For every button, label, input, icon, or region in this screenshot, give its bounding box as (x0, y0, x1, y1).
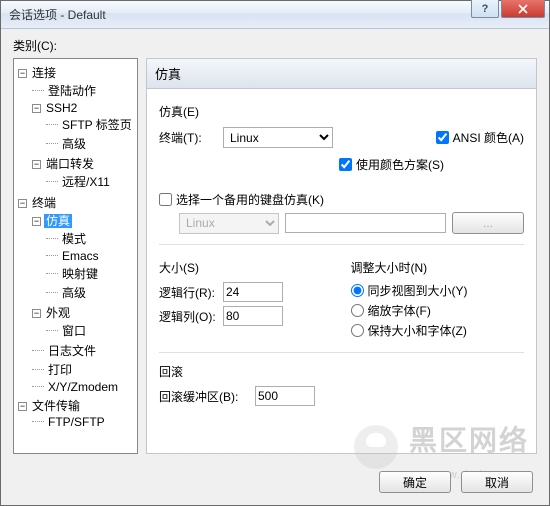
dialog-window: 会话选项 - Default ? 类别(C): −连接 登陆动作 −SSH2 (0, 0, 550, 506)
tree-ftpsftp[interactable]: FTP/SFTP (46, 415, 107, 429)
window-title: 会话选项 - Default (9, 6, 545, 23)
resize-keep-radio[interactable] (351, 324, 364, 337)
panel-header: 仿真 (147, 59, 536, 89)
resize-sync-radio[interactable] (351, 284, 364, 297)
rows-label: 逻辑行(R): (159, 284, 217, 301)
tree-portfwd[interactable]: 端口转发 (44, 157, 96, 171)
alt-keyboard-option[interactable]: 选择一个备用的键盘仿真(K) (159, 191, 524, 208)
alt-keyboard-label: 选择一个备用的键盘仿真(K) (176, 191, 324, 208)
emulation-group-label: 仿真(E) (159, 103, 524, 120)
tree-connection[interactable]: 连接 (30, 66, 58, 80)
ansi-color-label: ANSI 颜色(A) (453, 129, 524, 146)
terminal-label: 终端(T): (159, 129, 217, 146)
scrollback-group-label: 回滚 (159, 363, 524, 380)
tree-mapkey[interactable]: 映射键 (60, 267, 100, 281)
panel-body: 仿真(E) 终端(T): Linux ANSI 颜色(A) (147, 89, 536, 453)
tree-appearance[interactable]: 外观 (44, 306, 72, 320)
tree-terminal[interactable]: 终端 (30, 196, 58, 210)
keyboard-path-input (285, 213, 446, 233)
settings-panel: 仿真 仿真(E) 终端(T): Linux ANSI 颜色(A) (146, 58, 537, 454)
tree-xyz[interactable]: X/Y/Zmodem (46, 380, 120, 394)
tree-advanced[interactable]: 高级 (60, 286, 88, 300)
dialog-footer: 确定 取消 (379, 471, 533, 493)
expand-icon[interactable]: − (32, 160, 41, 169)
tree-ssh2[interactable]: SSH2 (44, 101, 79, 115)
tree-logfile[interactable]: 日志文件 (46, 344, 98, 358)
resize-sync-option[interactable]: 同步视图到大小(Y) (351, 282, 525, 299)
titlebar: 会话选项 - Default ? (1, 1, 549, 29)
alt-keyboard-checkbox[interactable] (159, 193, 172, 206)
help-button[interactable]: ? (471, 0, 499, 18)
expand-icon[interactable]: − (18, 69, 27, 78)
resize-scale-radio[interactable] (351, 304, 364, 317)
close-button[interactable] (501, 0, 545, 18)
cols-input[interactable] (223, 306, 283, 326)
expand-icon[interactable]: − (18, 402, 27, 411)
rows-input[interactable] (223, 282, 283, 302)
category-label: 类别(C): (13, 37, 537, 54)
expand-icon[interactable]: − (32, 217, 41, 226)
tree-login[interactable]: 登陆动作 (46, 84, 98, 98)
use-color-scheme-label: 使用颜色方案(S) (356, 156, 444, 173)
ansi-color-option[interactable]: ANSI 颜色(A) (436, 129, 524, 146)
window-buttons: ? (471, 0, 545, 18)
ansi-color-checkbox[interactable] (436, 131, 449, 144)
terminal-select[interactable]: Linux (223, 127, 333, 148)
expand-icon[interactable]: − (32, 309, 41, 318)
tree-remote-x11[interactable]: 远程/X11 (60, 175, 112, 189)
use-color-scheme-option[interactable]: 使用颜色方案(S) (339, 156, 444, 173)
tree-mode[interactable]: 模式 (60, 232, 88, 246)
browse-button: ... (452, 212, 524, 234)
size-group-label: 大小(S) (159, 259, 333, 276)
expand-icon[interactable]: − (18, 199, 27, 208)
cancel-button[interactable]: 取消 (461, 471, 533, 493)
resize-keep-option[interactable]: 保持大小和字体(Z) (351, 322, 525, 339)
resize-group-label: 调整大小时(N) (351, 259, 525, 276)
tree-emacs[interactable]: Emacs (60, 249, 101, 263)
cols-label: 逻辑列(O): (159, 308, 217, 325)
tree-filetrans[interactable]: 文件传输 (30, 399, 82, 413)
tree-print[interactable]: 打印 (46, 363, 74, 377)
category-tree[interactable]: −连接 登陆动作 −SSH2 SFTP 标签页 高级 −端口转发 (13, 58, 138, 454)
tree-emulation[interactable]: 仿真 (44, 214, 72, 228)
scrollback-input[interactable] (255, 386, 315, 406)
tree-sftp-tab[interactable]: SFTP 标签页 (60, 118, 134, 132)
use-color-scheme-checkbox[interactable] (339, 158, 352, 171)
resize-scale-option[interactable]: 缩放字体(F) (351, 302, 525, 319)
tree-advanced[interactable]: 高级 (60, 137, 88, 151)
keyboard-select: Linux (179, 213, 279, 234)
scrollback-label: 回滚缓冲区(B): (159, 388, 249, 405)
ok-button[interactable]: 确定 (379, 471, 451, 493)
expand-icon[interactable]: − (32, 104, 41, 113)
layout: −连接 登陆动作 −SSH2 SFTP 标签页 高级 −端口转发 (13, 58, 537, 454)
tree-window[interactable]: 窗口 (60, 324, 88, 338)
content-area: 类别(C): −连接 登陆动作 −SSH2 SFTP 标签页 高级 (1, 29, 549, 505)
close-icon (518, 4, 528, 14)
